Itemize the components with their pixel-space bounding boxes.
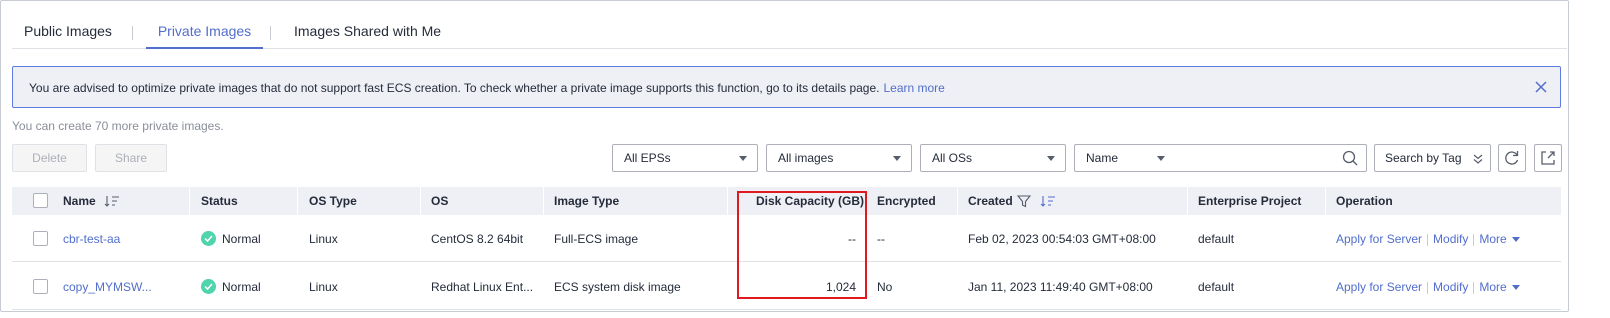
column-divider [957, 187, 958, 215]
quota-text: You can create 70 more private images. [12, 119, 224, 133]
notice-text: You are advised to optimize private imag… [29, 81, 880, 95]
image-type-cell: ECS system disk image [554, 280, 681, 294]
share-button[interactable]: Share [95, 144, 167, 172]
delete-button[interactable]: Delete [12, 144, 87, 172]
column-divider [727, 187, 728, 215]
op-divider [1473, 281, 1475, 294]
apply-for-server-link[interactable]: Apply for Server [1336, 280, 1422, 294]
operation-cell: Apply for Server Modify More [1336, 280, 1520, 294]
tab-public-images[interactable]: Public Images [24, 23, 112, 49]
chevron-down-icon [893, 156, 901, 161]
os-filter-value: All OSs [932, 151, 973, 165]
filter-icon[interactable] [1017, 194, 1031, 208]
chevron-down-icon[interactable] [1511, 285, 1520, 291]
tab-private-images[interactable]: Private Images [146, 23, 263, 49]
column-divider [543, 187, 544, 215]
chevron-down-icon [1047, 156, 1055, 161]
os-type-cell: Linux [309, 232, 338, 246]
operation-cell: Apply for Server Modify More [1336, 232, 1520, 246]
search-by-tag-label: Search by Tag [1385, 151, 1462, 165]
refresh-icon [1505, 151, 1519, 165]
column-header-created: Created [968, 194, 1013, 208]
enterprise-project-cell: default [1198, 280, 1235, 294]
learn-more-link[interactable]: Learn more [883, 81, 944, 95]
column-header-image-type: Image Type [554, 194, 620, 208]
refresh-button[interactable] [1498, 144, 1526, 172]
image-management-panel: Public Images Private Images Images Shar… [0, 0, 1569, 312]
os-cell: CentOS 8.2 64bit [431, 232, 524, 246]
image-type-filter-select[interactable]: All images [766, 144, 912, 172]
status-text: Normal [222, 232, 261, 246]
encrypted-cell: No [877, 280, 893, 294]
column-divider [420, 187, 421, 215]
sort-icon[interactable] [1040, 195, 1056, 207]
column-header-os-type: OS Type [309, 194, 357, 208]
column-header-encrypted: Encrypted [877, 194, 936, 208]
chevron-down-icon[interactable] [1511, 237, 1520, 243]
column-divider [297, 187, 298, 215]
eps-filter-select[interactable]: All EPSs [612, 144, 758, 172]
more-dropdown[interactable]: More [1479, 280, 1506, 294]
column-header-status: Status [201, 194, 238, 208]
tab-bar: Public Images Private Images Images Shar… [12, 1, 1567, 49]
select-all-checkbox[interactable] [33, 193, 48, 208]
export-button[interactable] [1534, 144, 1562, 172]
image-type-cell: Full-ECS image [554, 232, 639, 246]
row-checkbox[interactable] [33, 231, 48, 246]
notice-message: You are advised to optimize private imag… [29, 81, 945, 95]
encrypted-cell: -- [877, 232, 885, 246]
created-cell: Jan 11, 2023 11:49:40 GMT+08:00 [968, 280, 1153, 294]
column-header-name[interactable]: Name [63, 194, 96, 208]
search-attribute-select[interactable]: Name [1074, 144, 1171, 172]
double-chevron-down-icon [1473, 154, 1483, 164]
row-checkbox[interactable] [33, 279, 48, 294]
more-dropdown[interactable]: More [1479, 232, 1506, 246]
op-divider [1473, 233, 1475, 246]
column-divider [1325, 187, 1326, 215]
tab-divider [132, 26, 133, 40]
chevron-down-icon [1157, 156, 1165, 161]
chevron-down-icon [739, 156, 747, 161]
op-divider [1427, 281, 1429, 294]
modify-link[interactable]: Modify [1433, 232, 1468, 246]
check-circle-icon [201, 231, 216, 246]
column-header-operation: Operation [1336, 194, 1393, 208]
apply-for-server-link[interactable]: Apply for Server [1336, 232, 1422, 246]
created-cell: Feb 02, 2023 00:54:03 GMT+08:00 [968, 232, 1156, 246]
search-icon[interactable] [1342, 150, 1358, 166]
optimization-notice: You are advised to optimize private imag… [12, 66, 1561, 108]
search-input[interactable] [1170, 144, 1367, 172]
op-divider [1427, 233, 1429, 246]
eps-filter-value: All EPSs [624, 151, 671, 165]
status-text: Normal [222, 280, 261, 294]
os-type-cell: Linux [309, 280, 338, 294]
sort-icon[interactable] [104, 195, 120, 207]
search-attribute-value: Name [1086, 151, 1119, 165]
column-divider [189, 187, 190, 215]
os-filter-select[interactable]: All OSs [920, 144, 1066, 172]
image-name-link[interactable]: copy_MYMSW... [63, 280, 152, 294]
check-circle-icon [201, 279, 216, 294]
image-name-link[interactable]: cbr-test-aa [63, 232, 120, 246]
close-icon[interactable] [1532, 78, 1550, 96]
disk-capacity-highlight-box [737, 191, 867, 299]
column-divider [1187, 187, 1188, 215]
search-by-tag-button[interactable]: Search by Tag [1374, 144, 1491, 172]
modify-link[interactable]: Modify [1433, 280, 1468, 294]
image-filter-value: All images [778, 151, 834, 165]
export-icon [1541, 151, 1555, 165]
enterprise-project-cell: default [1198, 232, 1235, 246]
tab-divider [270, 26, 271, 40]
tab-images-shared-with-me[interactable]: Images Shared with Me [294, 23, 441, 49]
column-header-os: OS [431, 194, 449, 208]
os-cell: Redhat Linux Ent... [431, 280, 534, 294]
column-header-enterprise-project: Enterprise Project [1198, 194, 1302, 208]
